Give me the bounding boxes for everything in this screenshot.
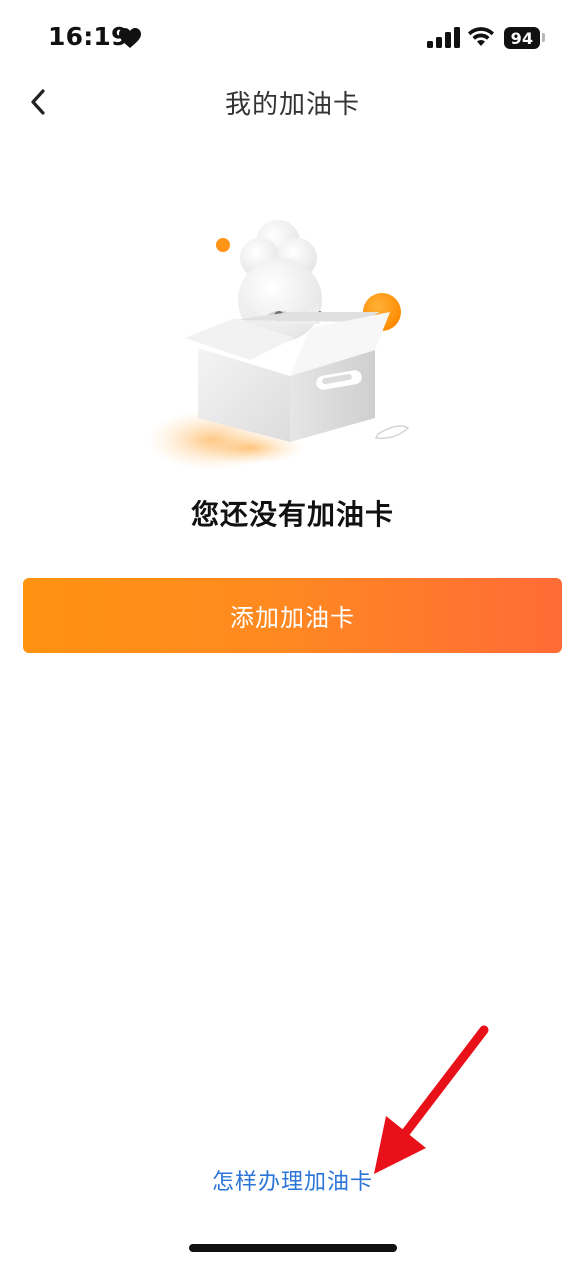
battery-cap	[542, 33, 545, 42]
status-bar: 16:19 94	[0, 0, 585, 80]
wifi-icon	[468, 27, 494, 46]
battery-level: 94	[510, 28, 534, 48]
page-title: 我的加油卡	[224, 90, 360, 120]
home-indicator	[189, 1244, 397, 1252]
how-to-apply-link[interactable]: 怎样办理加油卡	[0, 1164, 585, 1196]
annotation-arrow-icon	[374, 1025, 489, 1174]
status-time: 16:19	[48, 22, 129, 51]
box-with-mascot-illustration	[150, 220, 410, 470]
add-card-button[interactable]: 添加加油卡	[23, 578, 562, 653]
empty-state-message: 您还没有加油卡	[190, 498, 394, 531]
battery-icon: 94	[504, 27, 540, 49]
signal-icon	[427, 27, 460, 48]
heart-icon	[119, 28, 141, 48]
add-card-button-label: 添加加油卡	[230, 605, 355, 632]
